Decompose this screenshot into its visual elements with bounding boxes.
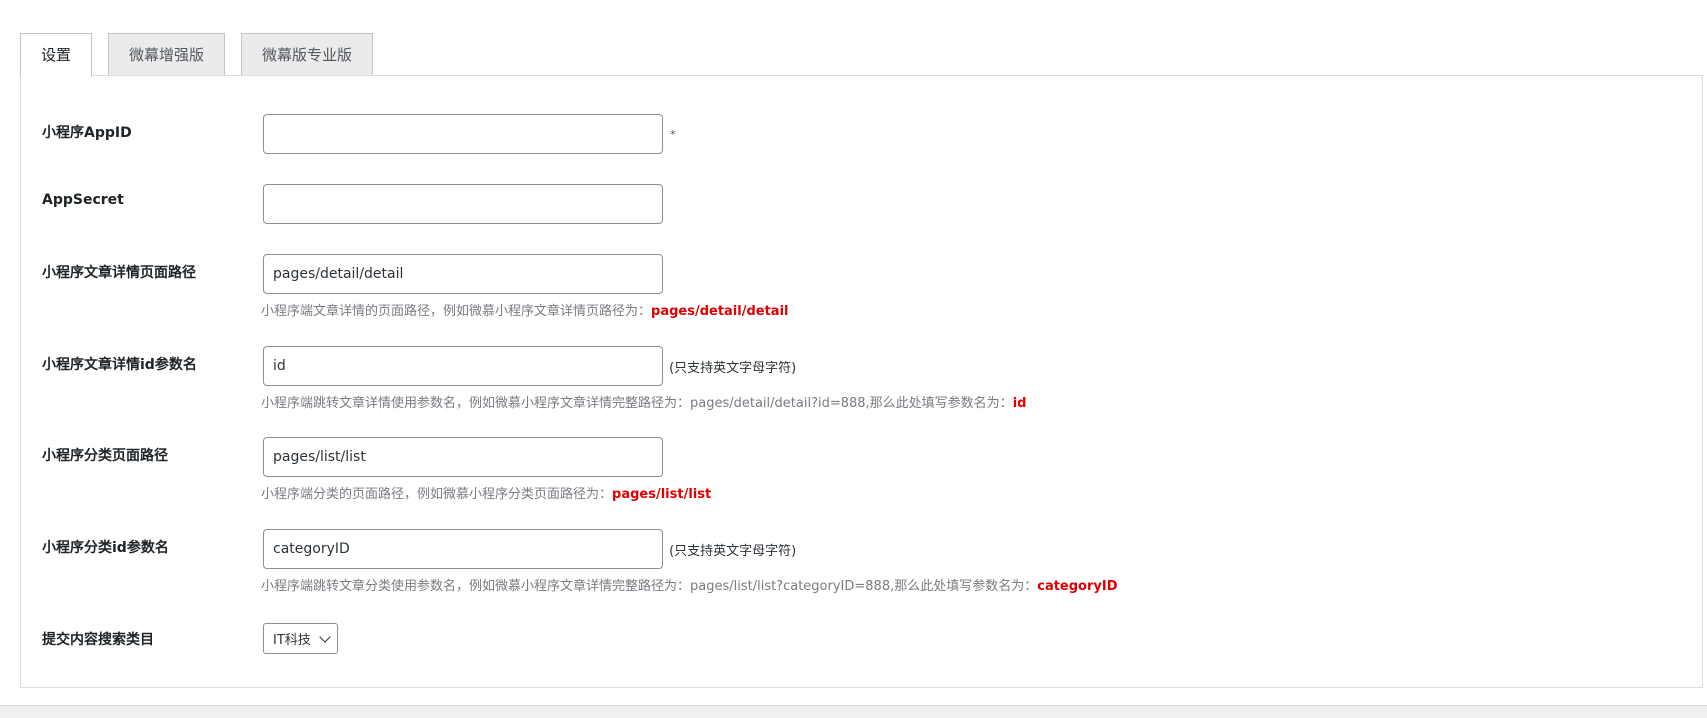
category-id-input[interactable]: [263, 529, 663, 569]
detail-path-input[interactable]: [263, 254, 663, 294]
category-id-desc-text: 小程序端跳转文章分类使用参数名，例如微慕小程序文章详情完整路径为：pages/l…: [261, 579, 1038, 594]
appsecret-field-wrap: [263, 184, 663, 224]
detail-path-description: 小程序端文章详情的页面路径，例如微慕小程序文章详情页路径为：pages/deta…: [261, 300, 789, 319]
search-category-field-wrap: IT科技: [263, 623, 338, 654]
category-id-desc-highlight: categoryID: [1037, 579, 1118, 594]
appid-label: 小程序AppID: [42, 125, 132, 141]
category-id-field-wrap: (只支持英文字母字符) 小程序端跳转文章分类使用参数名，例如微慕小程序文章详情完…: [261, 529, 1118, 594]
list-path-input[interactable]: [263, 437, 663, 477]
search-category-selected: IT科技: [273, 633, 311, 648]
detail-id-field-wrap: (只支持英文字母字符) 小程序端跳转文章详情使用参数名，例如微慕小程序文章详情完…: [261, 346, 1026, 411]
detail-id-input[interactable]: [263, 346, 663, 386]
category-id-hint: (只支持英文字母字符): [669, 543, 797, 559]
settings-page: 设置 微幕增强版 微幕版专业版 小程序AppID * AppSecret 小程序…: [0, 0, 1707, 706]
settings-panel: 小程序AppID * AppSecret 小程序文章详情页面路径 小程序端文章详…: [20, 75, 1703, 688]
search-category-label: 提交内容搜索类目: [42, 632, 154, 648]
appsecret-input[interactable]: [263, 184, 663, 224]
detail-path-label: 小程序文章详情页面路径: [42, 265, 196, 281]
detail-id-label: 小程序文章详情id参数名: [42, 357, 197, 373]
tab-bar: 设置 微幕增强版 微幕版专业版: [20, 33, 389, 77]
detail-id-desc-text: 小程序端跳转文章详情使用参数名，例如微慕小程序文章详情完整路径为：pages/d…: [261, 396, 1013, 411]
appid-input[interactable]: [263, 114, 663, 154]
required-mark: *: [670, 127, 676, 141]
detail-path-field-wrap: 小程序端文章详情的页面路径，例如微慕小程序文章详情页路径为：pages/deta…: [261, 254, 789, 319]
detail-id-description: 小程序端跳转文章详情使用参数名，例如微慕小程序文章详情完整路径为：pages/d…: [261, 392, 1026, 411]
detail-id-desc-highlight: id: [1012, 396, 1027, 411]
appsecret-label: AppSecret: [42, 192, 124, 208]
detail-path-desc-highlight: pages/detail/detail: [651, 304, 789, 319]
list-path-desc-highlight: pages/list/list: [612, 487, 712, 502]
list-path-field-wrap: 小程序端分类的页面路径，例如微慕小程序分类页面路径为：pages/list/li…: [261, 437, 711, 502]
category-id-label: 小程序分类id参数名: [42, 540, 169, 556]
category-id-description: 小程序端跳转文章分类使用参数名，例如微慕小程序文章详情完整路径为：pages/l…: [261, 575, 1118, 594]
list-path-description: 小程序端分类的页面路径，例如微慕小程序分类页面路径为：pages/list/li…: [261, 483, 711, 502]
tab-enhanced[interactable]: 微幕增强版: [108, 33, 226, 76]
appid-field-wrap: *: [263, 114, 676, 154]
list-path-desc-text: 小程序端分类的页面路径，例如微慕小程序分类页面路径为：: [261, 487, 613, 502]
tab-settings[interactable]: 设置: [20, 33, 93, 77]
list-path-label: 小程序分类页面路径: [42, 448, 168, 464]
tab-professional[interactable]: 微幕版专业版: [241, 33, 374, 76]
detail-id-hint: (只支持英文字母字符): [669, 360, 797, 376]
detail-path-desc-text: 小程序端文章详情的页面路径，例如微慕小程序文章详情页路径为：: [261, 304, 652, 319]
chevron-down-icon: [319, 630, 331, 643]
search-category-select[interactable]: IT科技: [263, 623, 338, 654]
